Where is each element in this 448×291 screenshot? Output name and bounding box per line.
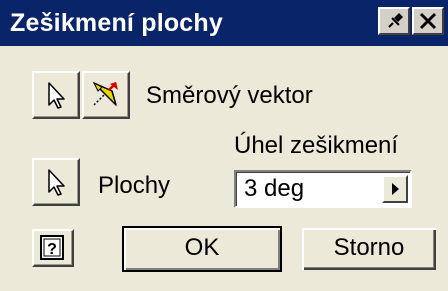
- arrow-cursor-icon: [48, 169, 65, 196]
- angle-dropdown-button[interactable]: [382, 175, 408, 203]
- title-bar[interactable]: Zešikmení plochy: [0, 0, 448, 46]
- dialog-title: Zešikmení plochy: [10, 9, 223, 37]
- help-button[interactable]: ?: [32, 229, 74, 267]
- angle-input[interactable]: 3 deg: [234, 170, 412, 208]
- close-button[interactable]: [412, 7, 444, 35]
- angle-value: 3 deg: [244, 175, 305, 202]
- close-icon: [419, 12, 437, 30]
- angle-label: Úhel zešikmení: [234, 132, 399, 159]
- ok-button[interactable]: OK: [122, 226, 282, 272]
- direction-label: Směrový vektor: [146, 82, 313, 109]
- right-arrow-icon: [392, 183, 399, 195]
- pin-icon: [388, 13, 403, 28]
- flip-direction-button[interactable]: [82, 71, 130, 119]
- arrow-cursor-icon: [48, 82, 65, 109]
- select-direction-button[interactable]: [32, 71, 80, 119]
- help-icon: ?: [40, 235, 64, 260]
- select-faces-button[interactable]: [32, 158, 80, 206]
- faces-label: Plochy: [98, 172, 171, 199]
- dialog-window: Zešikmení plochy Směrový vektor Úhel zeš…: [0, 0, 448, 291]
- cancel-button[interactable]: Storno: [300, 226, 438, 272]
- svg-text:?: ?: [47, 241, 57, 258]
- pin-button[interactable]: [378, 7, 410, 35]
- flip-direction-icon: [92, 81, 118, 106]
